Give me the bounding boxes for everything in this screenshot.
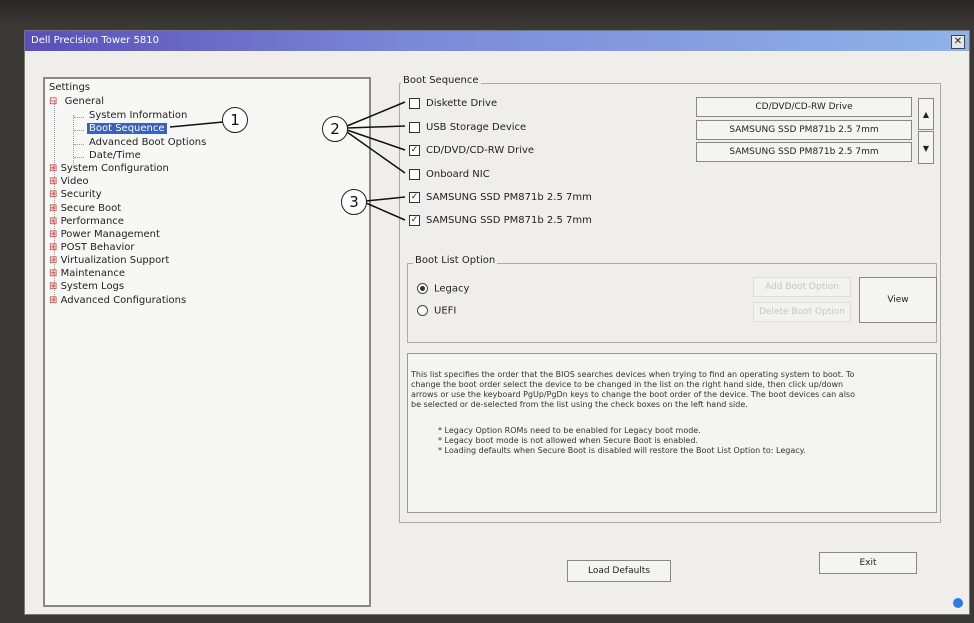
- callout-lines: [169, 101, 406, 221]
- callout-1: 1: [222, 107, 248, 133]
- callout-2: 2: [322, 116, 348, 142]
- callout-3: 3: [341, 189, 367, 215]
